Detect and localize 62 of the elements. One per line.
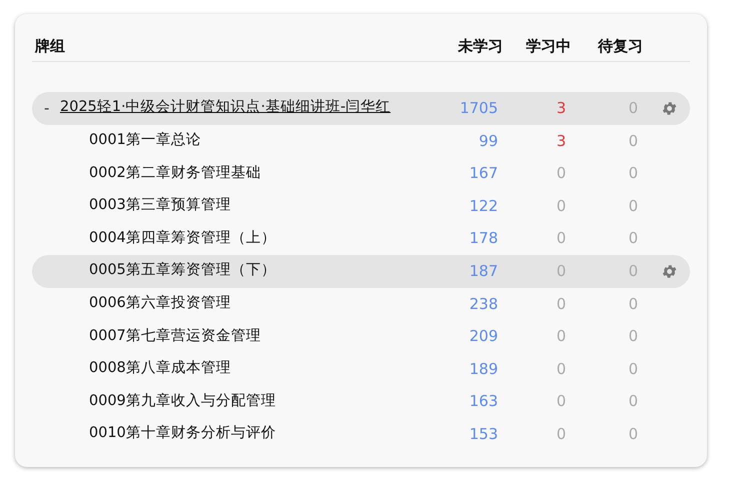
deck-row[interactable]: 0001第一章总论 99 3 0 — [32, 124, 690, 158]
new-count: 178 — [469, 229, 498, 248]
review-count: 0 — [628, 99, 638, 118]
learning-count: 3 — [556, 99, 566, 118]
column-header: 未学习 — [456, 36, 503, 57]
deck-row[interactable]: 0002第二章财务管理基础 167 0 0 — [32, 157, 690, 190]
review-count: 0 — [628, 196, 638, 215]
review-count: 0 — [628, 392, 638, 410]
new-count: 238 — [469, 294, 498, 313]
review-count: 0 — [628, 262, 638, 280]
deck-row[interactable]: 0010第十章财务分析与评价 153 0 0 — [32, 418, 690, 451]
deck-name[interactable]: 0010第十章财务分析与评价 — [89, 423, 276, 446]
deck-row[interactable]: 0007第七章营运资金管理 209 0 0 — [32, 320, 690, 353]
deck-name[interactable]: 0002第二章财务管理基础 — [89, 162, 261, 184]
learning-count: 0 — [556, 294, 566, 313]
review-count: 0 — [628, 327, 638, 346]
deck-name[interactable]: 0006第六章投资管理 — [89, 292, 231, 315]
new-count: 209 — [469, 327, 498, 346]
column-header: 学习中 — [525, 36, 571, 57]
review-count: 0 — [628, 132, 638, 150]
selected-deck-row[interactable]: 0005第五章筹资管理（下） 187 0 0 — [32, 254, 690, 288]
new-count: 122 — [469, 196, 498, 215]
review-count: 0 — [628, 164, 638, 182]
deck-row[interactable]: 0008第八章成本管理 189 0 0 — [32, 352, 690, 386]
new-count: 99 — [478, 132, 498, 150]
deck-name[interactable]: 0008第八章成本管理 — [89, 358, 231, 380]
deck-row[interactable]: 0003第三章预算管理 122 0 0 — [32, 190, 690, 222]
learning-count: 0 — [556, 262, 566, 280]
deck-row[interactable]: 0004第四章筹资管理（上） 178 0 0 — [32, 222, 690, 255]
learning-count: 0 — [556, 327, 566, 346]
deck-row[interactable]: 0009第九章收入与分配管理 163 0 0 — [32, 385, 690, 418]
deck-name[interactable]: 0004第四章筹资管理（上） — [89, 228, 276, 250]
deck-link[interactable]: 2025轻1·中级会计财管知识点·基础细讲班-闫华红 — [60, 97, 391, 120]
new-count: 189 — [469, 360, 498, 378]
deck-name[interactable]: 0003第三章预算管理 — [89, 195, 231, 217]
review-count: 0 — [628, 229, 638, 248]
column-header: 牌组 — [35, 36, 66, 57]
learning-count: 0 — [556, 360, 566, 378]
learning-count: 3 — [556, 132, 566, 150]
review-count: 0 — [628, 294, 638, 313]
selected-deck-row[interactable]: - 2025轻1·中级会计财管知识点·基础细讲班-闫华红 1705 3 0 — [32, 92, 690, 125]
deck-name[interactable]: 0001第一章总论 — [89, 130, 201, 152]
deck-name[interactable]: 0009第九章收入与分配管理 — [89, 390, 276, 413]
learning-count: 0 — [556, 424, 566, 443]
collapse-toggle[interactable]: - — [44, 97, 60, 120]
review-count: 0 — [628, 424, 638, 443]
new-count: 1705 — [460, 99, 498, 118]
new-count: 187 — [469, 262, 498, 280]
review-count: 0 — [628, 360, 638, 378]
learning-count: 0 — [556, 229, 566, 248]
learning-count: 0 — [556, 196, 566, 215]
settings-icon[interactable] — [660, 262, 678, 280]
learning-count: 0 — [556, 164, 566, 182]
column-header: 待复习 — [596, 36, 643, 57]
settings-icon[interactable] — [660, 100, 678, 117]
deck-name[interactable]: 0007第七章营运资金管理 — [89, 326, 261, 348]
new-count: 153 — [469, 424, 498, 443]
new-count: 163 — [469, 392, 498, 410]
new-count: 167 — [469, 164, 498, 182]
deck-name[interactable]: 0005第五章筹资管理（下） — [89, 260, 276, 282]
learning-count: 0 — [556, 392, 566, 410]
deck-row[interactable]: 0006第六章投资管理 238 0 0 — [32, 288, 690, 320]
